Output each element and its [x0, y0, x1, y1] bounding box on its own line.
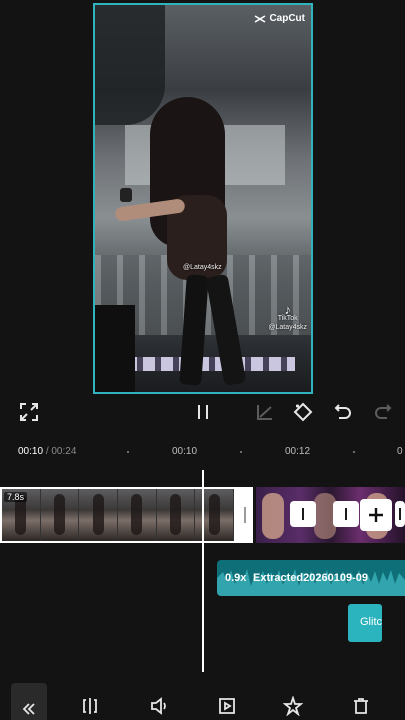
total-duration: / 00:24 — [45, 446, 77, 457]
playhead[interactable] — [202, 470, 204, 672]
transition-icon — [399, 508, 401, 520]
preview-stage-lights — [125, 357, 295, 371]
ruler-mark: 00:10 — [172, 446, 198, 457]
volume-icon — [151, 697, 166, 715]
transition-button[interactable] — [333, 501, 359, 527]
bottom-toolbar — [0, 683, 405, 720]
fullscreen-icon — [20, 403, 38, 421]
transition-button[interactable] — [290, 501, 316, 527]
fullscreen-button[interactable] — [18, 401, 40, 423]
keyframe-graph-button[interactable] — [254, 401, 276, 423]
split-button[interactable] — [77, 693, 103, 719]
redo-button[interactable] — [372, 401, 394, 423]
clip-duration-badge: 7.8s — [4, 492, 28, 502]
video-preview[interactable]: CapCut @Latay4skz ♪ TikTok @Latay4skz — [93, 3, 313, 394]
add-keyframe-button[interactable] — [291, 401, 315, 423]
add-clip-button[interactable] — [360, 499, 392, 531]
audio-speed-label: 0.9x — [225, 572, 247, 584]
back-icon — [22, 703, 35, 715]
clip-thumbnails — [2, 489, 234, 541]
preview-background-shape — [95, 5, 165, 125]
ruler-mark: 00:12 — [285, 446, 311, 457]
tiktok-watermark-handle: @Latay4skz — [268, 324, 307, 331]
preview-foreground-shape — [95, 305, 135, 392]
transition-icon — [302, 508, 304, 520]
trim-handle-grip — [243, 507, 246, 523]
clip-thumbnail-figure — [262, 493, 284, 539]
volume-button[interactable] — [146, 693, 172, 719]
clip-thumbnail — [79, 489, 119, 541]
plus-icon — [369, 508, 383, 522]
diamond-keyframe-icon — [293, 402, 313, 422]
ruler-dot — [127, 451, 129, 453]
undo-button[interactable] — [332, 401, 354, 423]
effects-button[interactable] — [280, 693, 306, 719]
capcut-watermark: CapCut — [254, 13, 305, 24]
tiktok-watermark: ♪ TikTok @Latay4skz — [268, 302, 307, 332]
animation-button[interactable] — [214, 693, 240, 719]
pause-icon — [198, 405, 208, 419]
split-icon — [83, 698, 97, 714]
ruler-mark: 0 — [397, 446, 403, 457]
time-readout: 00:10 / 00:24 — [18, 446, 76, 457]
ruler-dot — [353, 451, 355, 453]
transition-button[interactable] — [395, 501, 405, 527]
current-time: 00:10 — [18, 446, 44, 457]
tiktok-logo-icon: ♪ — [284, 302, 291, 317]
capcut-brand-text: CapCut — [269, 13, 305, 24]
main-video-clip[interactable] — [0, 487, 253, 543]
clip-thumbnail — [156, 489, 196, 541]
pause-button[interactable] — [192, 401, 214, 423]
preview-microphone — [120, 188, 132, 202]
delete-button[interactable] — [348, 693, 374, 719]
clip-thumbnail — [40, 489, 80, 541]
transition-icon — [345, 508, 347, 520]
delete-icon — [354, 698, 368, 714]
undo-icon — [334, 404, 351, 419]
back-button[interactable] — [11, 683, 47, 720]
tiktok-watermark-label: TikTok — [277, 315, 298, 322]
keyframe-icon — [257, 405, 272, 420]
audio-name-label: Extracted20260109-09 — [253, 572, 368, 584]
clip-trim-handle[interactable] — [236, 487, 253, 543]
watermark-handle: @Latay4skz — [183, 264, 222, 271]
animation-icon — [219, 698, 235, 714]
effect-clip[interactable]: Glitc — [348, 604, 382, 642]
ruler-dot — [240, 451, 242, 453]
redo-icon — [375, 404, 392, 419]
clip-thumbnail — [118, 489, 157, 541]
capcut-logo-icon — [255, 14, 266, 23]
effects-icon — [283, 696, 303, 716]
